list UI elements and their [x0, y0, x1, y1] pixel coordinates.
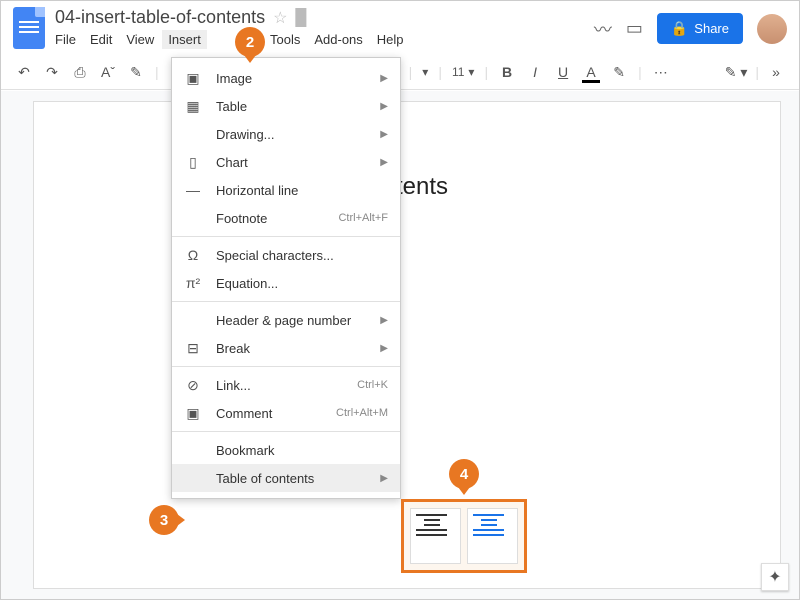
- menu-item-comment[interactable]: ▣CommentCtrl+Alt+M: [172, 399, 400, 427]
- underline-icon[interactable]: U: [554, 63, 572, 81]
- callout-badge-2: 2: [235, 27, 265, 57]
- submenu-arrow-icon: ▶: [380, 343, 388, 354]
- menu-addons[interactable]: Add-ons: [314, 32, 362, 47]
- docs-logo-icon[interactable]: [13, 7, 45, 49]
- submenu-arrow-icon: ▶: [380, 473, 388, 484]
- menu-bar: File Edit View Insert Format Tools Add-o…: [55, 32, 594, 47]
- submenu-arrow-icon: ▶: [380, 157, 388, 168]
- menu-item-footnote[interactable]: FootnoteCtrl+Alt+F: [172, 204, 400, 232]
- link-icon: ⊘: [184, 376, 202, 394]
- menu-item-image[interactable]: ▣Image▶: [172, 64, 400, 92]
- menu-item-special-characters[interactable]: ΩSpecial characters...: [172, 241, 400, 269]
- separator: |: [484, 64, 488, 80]
- menu-help[interactable]: Help: [377, 32, 404, 47]
- separator: |: [638, 64, 642, 80]
- editing-mode-icon[interactable]: ✎ ▾: [725, 64, 748, 81]
- menu-separator: [172, 301, 400, 302]
- document-title[interactable]: 04-insert-table-of-contents: [55, 7, 265, 28]
- callout-badge-3: 3: [149, 505, 179, 535]
- share-button[interactable]: 🔒 Share: [657, 13, 743, 44]
- expand-icon[interactable]: »: [767, 63, 785, 81]
- comment-icon: ▣: [184, 404, 202, 422]
- separator: |: [155, 64, 159, 80]
- italic-icon[interactable]: I: [526, 63, 544, 81]
- callout-badge-4: 4: [449, 459, 479, 489]
- menu-insert[interactable]: Insert: [162, 30, 207, 49]
- toc-option-links[interactable]: [467, 508, 518, 564]
- font-size-selector[interactable]: 11 ▾: [452, 65, 475, 79]
- menu-edit[interactable]: Edit: [90, 32, 112, 47]
- bold-icon[interactable]: B: [498, 63, 516, 81]
- menu-item-table-of-contents[interactable]: Table of contents▶: [172, 464, 400, 492]
- hr-icon: —: [184, 181, 202, 199]
- menu-item-equation[interactable]: π²Equation...: [172, 269, 400, 297]
- lock-icon: 🔒: [671, 20, 688, 37]
- more-tools-icon[interactable]: ⋯: [652, 63, 670, 81]
- move-folder-icon[interactable]: ▉: [295, 8, 307, 28]
- spellcheck-icon[interactable]: Aˇ: [99, 63, 117, 81]
- chart-icon: ▯: [184, 153, 202, 171]
- menu-item-drawing[interactable]: Drawing...▶: [172, 120, 400, 148]
- font-family-selector[interactable]: ▾: [422, 65, 428, 79]
- menu-separator: [172, 236, 400, 237]
- submenu-arrow-icon: ▶: [380, 73, 388, 84]
- paint-format-icon[interactable]: ✎: [127, 63, 145, 81]
- menu-item-header-page-number[interactable]: Header & page number▶: [172, 306, 400, 334]
- menu-separator: [172, 431, 400, 432]
- omega-icon: Ω: [184, 246, 202, 264]
- menu-item-horizontal-line[interactable]: —Horizontal line: [172, 176, 400, 204]
- insert-menu-dropdown: ▣Image▶ ▦Table▶ Drawing...▶ ▯Chart▶ —Hor…: [171, 57, 401, 499]
- explore-button[interactable]: ✦: [761, 563, 789, 591]
- menu-file[interactable]: File: [55, 32, 76, 47]
- menu-item-chart[interactable]: ▯Chart▶: [172, 148, 400, 176]
- menu-item-bookmark[interactable]: Bookmark: [172, 436, 400, 464]
- share-label: Share: [694, 21, 729, 36]
- print-icon[interactable]: ⎙: [71, 63, 89, 81]
- menu-item-break[interactable]: ⊟Break▶: [172, 334, 400, 362]
- separator: |: [438, 64, 442, 80]
- menu-tools[interactable]: Tools: [270, 32, 300, 47]
- menu-item-table[interactable]: ▦Table▶: [172, 92, 400, 120]
- activity-icon[interactable]: 〰: [594, 16, 612, 42]
- submenu-arrow-icon: ▶: [380, 101, 388, 112]
- toc-option-plain[interactable]: [410, 508, 461, 564]
- submenu-arrow-icon: ▶: [380, 129, 388, 140]
- open-comments-icon[interactable]: ▭: [626, 18, 643, 39]
- separator: |: [755, 64, 759, 80]
- undo-icon[interactable]: ↶: [15, 63, 33, 81]
- pi-icon: π²: [184, 274, 202, 292]
- submenu-arrow-icon: ▶: [380, 315, 388, 326]
- highlight-icon[interactable]: ✎: [610, 63, 628, 81]
- menu-view[interactable]: View: [126, 32, 154, 47]
- break-icon: ⊟: [184, 339, 202, 357]
- account-avatar[interactable]: [757, 14, 787, 44]
- separator: |: [409, 64, 413, 80]
- toc-submenu: [401, 499, 527, 573]
- star-icon[interactable]: ☆: [273, 8, 287, 28]
- menu-separator: [172, 366, 400, 367]
- menu-item-link[interactable]: ⊘Link...Ctrl+K: [172, 371, 400, 399]
- image-icon: ▣: [184, 69, 202, 87]
- table-icon: ▦: [184, 97, 202, 115]
- text-color-icon[interactable]: A: [582, 63, 600, 81]
- redo-icon[interactable]: ↷: [43, 63, 61, 81]
